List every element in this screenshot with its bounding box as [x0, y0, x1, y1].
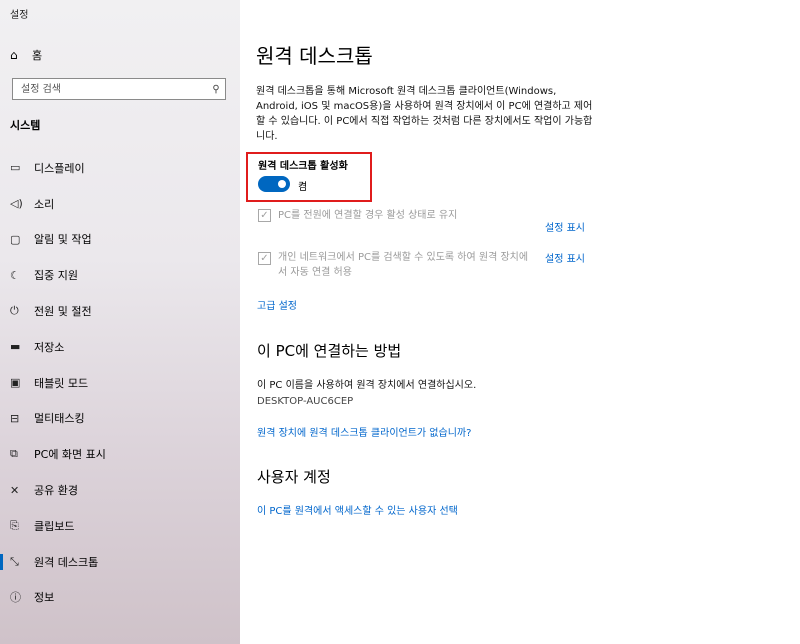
page-description: 원격 데스크톱을 통해 Microsoft 원격 데스크톱 클라이언트(Wind…	[256, 86, 593, 142]
speaker-icon: ◁)	[10, 197, 23, 211]
display-icon: ▭	[10, 161, 21, 175]
home-label: 홈	[32, 49, 43, 62]
accounts-heading: 사용자 계정	[257, 468, 331, 486]
search-icon[interactable]: ⚲	[207, 84, 225, 95]
discoverable-checkbox[interactable]: ✓	[258, 252, 271, 265]
sidebar-item-shared[interactable]: ✕ 공유 환경	[0, 472, 240, 508]
select-users-link[interactable]: 이 PC를 원격에서 액세스할 수 있는 사용자 선택	[257, 502, 458, 517]
keep-awake-checkbox[interactable]: ✓	[258, 209, 271, 222]
info-icon: ⓘ	[10, 591, 21, 605]
sidebar-item-label: 공유 환경	[34, 484, 78, 498]
clipboard-icon: ⎘	[10, 518, 19, 532]
remote-desktop-toggle[interactable]	[258, 176, 290, 192]
search-input[interactable]	[13, 80, 207, 98]
sidebar-item-multitasking[interactable]: ⊟ 멀티태스킹	[0, 401, 240, 437]
sidebar-item-focus[interactable]: ☾ 집중 지원	[0, 257, 240, 293]
search-box[interactable]: ⚲	[12, 78, 226, 100]
power-icon: ⏻	[10, 304, 19, 318]
storage-icon: ▬	[10, 340, 21, 354]
keep-awake-label: PC를 전원에 연결할 경우 활성 상태로 유지	[278, 210, 458, 221]
enable-remote-desktop-label: 원격 데스크톱 활성화	[258, 161, 348, 172]
sidebar-item-label: 디스플레이	[34, 161, 85, 175]
sidebar-item-label: 태블릿 모드	[34, 376, 89, 390]
notification-icon: ▢	[10, 232, 21, 246]
toggle-knob	[278, 180, 286, 188]
discoverable-show-settings-link[interactable]: 설정 표시	[545, 250, 585, 265]
sidebar-item-label: 멀티태스킹	[34, 412, 85, 426]
sidebar-item-label: 정보	[34, 591, 55, 605]
sidebar-item-power[interactable]: ⏻ 전원 및 절전	[0, 293, 240, 329]
connect-text: 이 PC 이름을 사용하여 원격 장치에서 연결하십시오.	[257, 380, 477, 391]
app-title: 설정	[10, 10, 29, 21]
moon-icon: ☾	[10, 268, 20, 282]
sidebar-item-label: 소리	[34, 197, 55, 211]
no-client-link[interactable]: 원격 장치에 원격 데스크톱 클라이언트가 없습니까?	[257, 424, 471, 439]
sidebar-item-label: 클립보드	[34, 519, 75, 533]
sidebar-item-storage[interactable]: ▬ 저장소	[0, 329, 240, 365]
remote-desktop-icon: ⤡	[10, 554, 19, 568]
keep-awake-show-settings-link[interactable]: 설정 표시	[545, 219, 585, 234]
connect-heading: 이 PC에 연결하는 방법	[257, 342, 402, 360]
advanced-settings-link[interactable]: 고급 설정	[257, 297, 297, 312]
sidebar-item-notifications[interactable]: ▢ 알림 및 작업	[0, 222, 240, 258]
sidebar-item-project[interactable]: ⧉ PC에 화면 표시	[0, 436, 240, 472]
discoverable-label: 개인 네트워크에서 PC를 검색할 수 있도록 하여 원격 장치에서 자동 연결…	[278, 252, 529, 278]
pc-name: DESKTOP-AUC6CEP	[257, 396, 354, 407]
nav-list: ▭ 디스플레이 ◁) 소리 ▢ 알림 및 작업 ☾ 집중 지원 ⏻ 전원 및 절…	[0, 150, 240, 615]
project-icon: ⧉	[10, 447, 18, 461]
share-icon: ✕	[10, 483, 20, 497]
sidebar-item-label: 원격 데스크톱	[34, 555, 99, 569]
page-title: 원격 데스크톱	[256, 44, 373, 68]
sidebar-item-clipboard[interactable]: ⎘ 클립보드	[0, 508, 240, 544]
toggle-state-label: 켬	[298, 182, 308, 193]
sidebar-item-remote-desktop[interactable]: ⤡ 원격 데스크톱	[0, 544, 240, 580]
sidebar-item-label: 집중 지원	[34, 269, 78, 283]
section-heading: 시스템	[10, 119, 41, 132]
home-link[interactable]: ⌂ 홈	[10, 46, 42, 64]
sidebar-item-about[interactable]: ⓘ 정보	[0, 580, 240, 616]
sidebar-item-label: 전원 및 절전	[34, 305, 92, 319]
sidebar-item-display[interactable]: ▭ 디스플레이	[0, 150, 240, 186]
sidebar: 설정 ⌂ 홈 ⚲ 시스템 ▭ 디스플레이 ◁) 소리 ▢ 알림 및 작업 ☾ 집…	[0, 0, 240, 644]
sidebar-item-label: 알림 및 작업	[34, 233, 92, 247]
home-icon: ⌂	[10, 48, 18, 62]
main-panel: 원격 데스크톱 원격 데스크톱을 통해 Microsoft 원격 데스크톱 클라…	[240, 0, 800, 644]
multitasking-icon: ⊟	[10, 411, 20, 425]
sidebar-item-tablet[interactable]: ▣ 태블릿 모드	[0, 365, 240, 401]
tablet-icon: ▣	[10, 376, 21, 390]
sidebar-item-label: 저장소	[34, 340, 65, 354]
sidebar-item-sound[interactable]: ◁) 소리	[0, 186, 240, 222]
sidebar-item-label: PC에 화면 표시	[34, 448, 106, 462]
